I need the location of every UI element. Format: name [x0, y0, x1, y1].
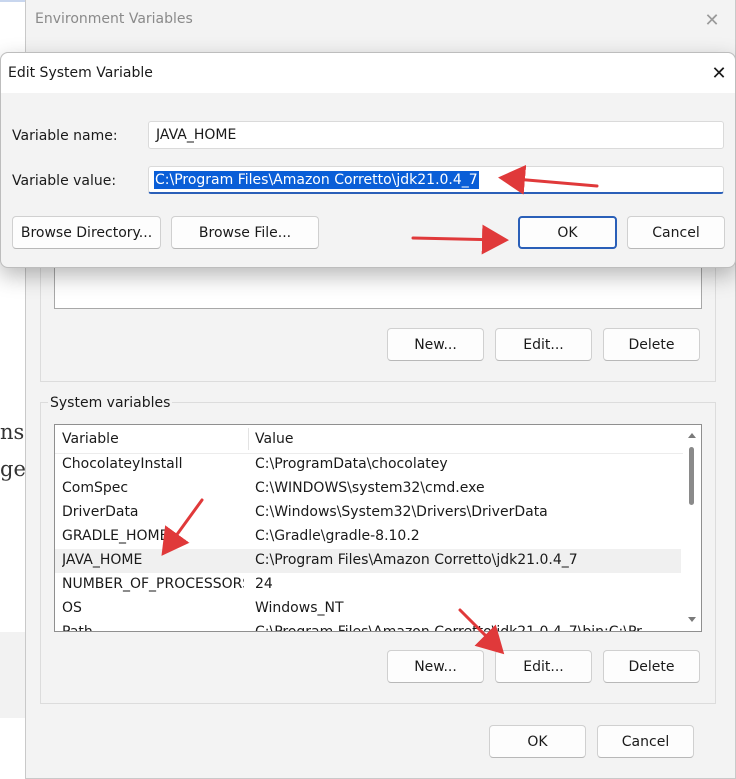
row-variable: ChocolateyInstall — [62, 456, 183, 472]
variable-name-label: Variable name: — [12, 128, 118, 144]
scrollbar-thumb[interactable] — [689, 447, 694, 505]
row-variable: ComSpec — [62, 480, 129, 496]
browse-directory-button[interactable]: Browse Directory... — [12, 216, 161, 249]
edit-ok-button[interactable]: OK — [518, 216, 617, 249]
row-variable: GRADLE_HOME — [62, 528, 169, 544]
row-value: 24 — [255, 576, 273, 592]
vertical-scrollbar[interactable] — [683, 425, 701, 631]
column-header-variable[interactable]: Variable — [62, 431, 119, 447]
column-header-value[interactable]: Value — [255, 431, 293, 447]
ok-button[interactable]: OK — [489, 725, 586, 758]
dialog-titlebar[interactable]: Edit System Variable ✕ — [1, 53, 735, 93]
row-value: Windows_NT — [255, 600, 344, 616]
background-text-fragment: ns — [0, 420, 25, 444]
variable-name-value: JAVA_HOME — [156, 127, 237, 143]
cancel-button[interactable]: Cancel — [597, 725, 694, 758]
table-row[interactable]: Path C:\Program Files\Amazon Corretto\jd… — [55, 621, 681, 632]
variable-value-input[interactable]: C:\Program Files\Amazon Corretto\jdk21.0… — [148, 166, 724, 194]
edit-system-variable-dialog: Edit System Variable ✕ Variable name: JA… — [0, 52, 736, 268]
row-variable: DriverData — [62, 504, 139, 520]
row-value: C:\Program Files\Amazon Corretto\jdk21.0… — [255, 624, 642, 632]
background-text-fragment: ge — [0, 457, 26, 481]
scroll-down-icon[interactable] — [688, 617, 696, 622]
user-new-button[interactable]: New... — [387, 328, 484, 361]
browse-file-button[interactable]: Browse File... — [171, 216, 319, 249]
table-row[interactable]: NUMBER_OF_PROCESSORS 24 — [55, 573, 681, 597]
user-delete-button[interactable]: Delete — [603, 328, 700, 361]
system-delete-button[interactable]: Delete — [603, 650, 700, 683]
row-value: C:\ProgramData\chocolatey — [255, 456, 448, 472]
close-icon[interactable]: ✕ — [698, 6, 726, 34]
row-value: C:\Program Files\Amazon Corretto\jdk21.0… — [255, 552, 578, 568]
table-header: Variable Value — [55, 425, 683, 454]
table-row[interactable]: DriverData C:\Windows\System32\Drivers\D… — [55, 501, 681, 525]
system-new-button[interactable]: New... — [387, 650, 484, 683]
table-row[interactable]: ChocolateyInstall C:\ProgramData\chocola… — [55, 453, 681, 477]
row-value: C:\Windows\System32\Drivers\DriverData — [255, 504, 548, 520]
table-row[interactable]: GRADLE_HOME C:\Gradle\gradle-8.10.2 — [55, 525, 681, 549]
edit-cancel-button[interactable]: Cancel — [627, 216, 725, 249]
row-value: C:\Gradle\gradle-8.10.2 — [255, 528, 420, 544]
scroll-up-icon[interactable] — [688, 433, 696, 438]
table-row-selected[interactable]: JAVA_HOME C:\Program Files\Amazon Corret… — [55, 549, 681, 573]
close-icon[interactable]: ✕ — [705, 59, 733, 87]
column-divider[interactable] — [248, 428, 249, 450]
dialog-title: Environment Variables — [35, 11, 193, 27]
variable-value-label: Variable value: — [12, 173, 117, 189]
system-variables-table[interactable]: Variable Value ChocolateyInstall C:\Prog… — [54, 424, 702, 632]
table-row[interactable]: ComSpec C:\WINDOWS\system32\cmd.exe — [55, 477, 681, 501]
row-variable: Path — [62, 624, 93, 632]
row-variable: OS — [62, 600, 82, 616]
user-edit-button[interactable]: Edit... — [495, 328, 592, 361]
row-variable: JAVA_HOME — [62, 552, 143, 568]
dialog-title: Edit System Variable — [8, 65, 153, 81]
table-row[interactable]: OS Windows_NT — [55, 597, 681, 621]
row-variable: NUMBER_OF_PROCESSORS — [62, 576, 244, 592]
row-value: C:\WINDOWS\system32\cmd.exe — [255, 480, 485, 496]
system-edit-button[interactable]: Edit... — [495, 650, 592, 683]
system-variables-label: System variables — [48, 395, 173, 411]
variable-name-input[interactable]: JAVA_HOME — [148, 121, 724, 149]
variable-value-selected-text: C:\Program Files\Amazon Corretto\jdk21.0… — [154, 171, 479, 189]
